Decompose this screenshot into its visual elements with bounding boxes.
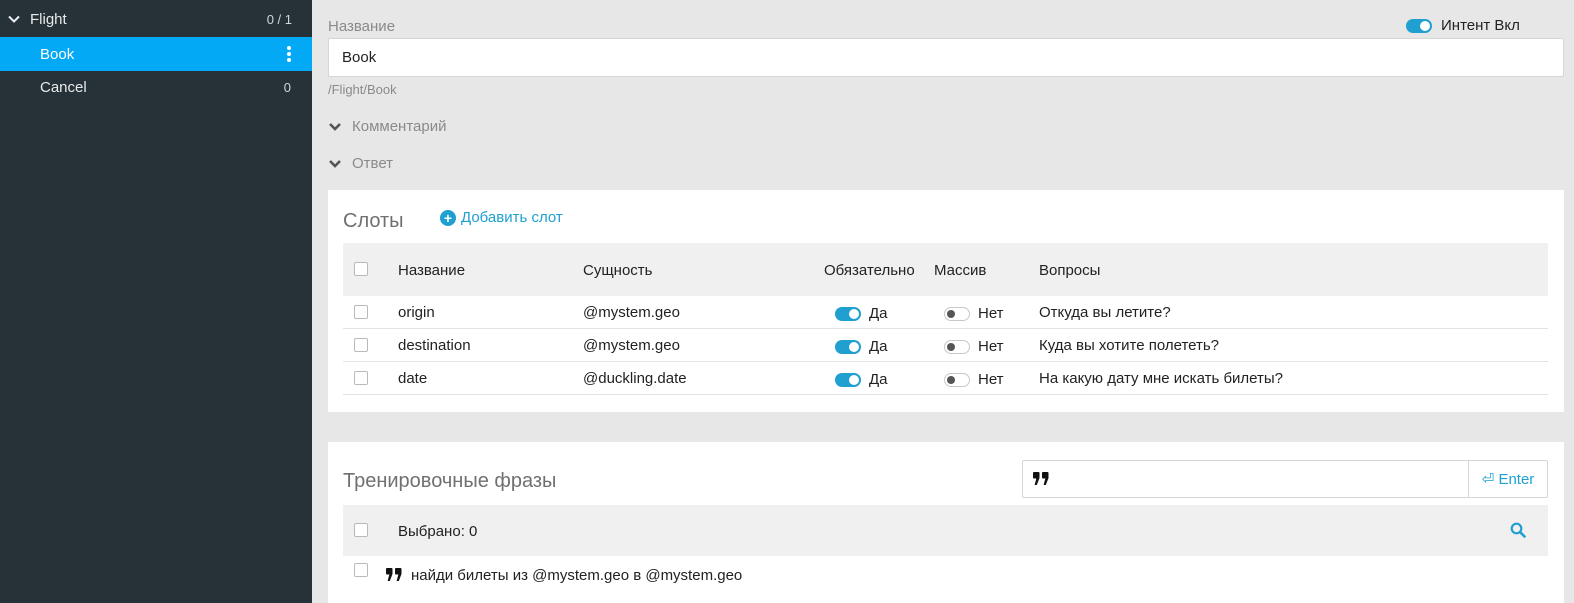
sidebar-group-label: Flight xyxy=(30,11,67,28)
answer-section-toggle[interactable]: Ответ xyxy=(328,155,393,172)
column-header-array: Массив xyxy=(934,262,987,279)
toggle-switch[interactable] xyxy=(1406,18,1432,33)
array-value: Нет xyxy=(978,338,1004,355)
required-toggle[interactable]: Да xyxy=(835,305,888,322)
slots-panel: Слоты + Добавить слот Название Сущность … xyxy=(328,190,1564,412)
row-checkbox[interactable] xyxy=(354,305,368,319)
chevron-down-icon xyxy=(329,159,341,168)
table-row[interactable]: origin @mystem.geo Да Нет Откуда вы лети… xyxy=(343,296,1548,329)
training-phrase-input[interactable] xyxy=(1022,460,1469,498)
slot-question: Откуда вы летите? xyxy=(1039,304,1171,321)
plus-circle-icon: + xyxy=(440,209,456,226)
main-content: Название Интент Вкл /Flight/Book Коммент… xyxy=(312,0,1574,603)
add-slot-label: Добавить слот xyxy=(461,209,563,226)
select-all-checkbox[interactable] xyxy=(354,262,368,276)
toggle-switch[interactable] xyxy=(835,339,861,354)
sidebar-group-count: 0 / 1 xyxy=(266,12,292,27)
row-checkbox[interactable] xyxy=(354,563,368,577)
sidebar: Flight 0 / 1 Book Cancel 0 xyxy=(0,0,312,603)
array-toggle[interactable]: Нет xyxy=(944,305,1004,322)
slot-question: На какую дату мне искать билеты? xyxy=(1039,370,1283,387)
selected-count: Выбрано: 0 xyxy=(398,523,478,540)
toggle-switch[interactable] xyxy=(944,306,970,321)
required-value: Да xyxy=(869,305,888,322)
array-value: Нет xyxy=(978,305,1004,322)
sidebar-item-cancel[interactable]: Cancel 0 xyxy=(0,70,312,104)
toggle-switch[interactable] xyxy=(835,306,861,321)
required-toggle[interactable]: Да xyxy=(835,371,888,388)
intent-path: /Flight/Book xyxy=(328,82,397,97)
toggle-switch[interactable] xyxy=(944,339,970,354)
slots-table-header: Название Сущность Обязательно Массив Воп… xyxy=(343,243,1548,296)
search-icon[interactable] xyxy=(1510,522,1526,538)
required-value: Да xyxy=(869,371,888,388)
array-toggle[interactable]: Нет xyxy=(944,338,1004,355)
required-value: Да xyxy=(869,338,888,355)
training-table-header: Выбрано: 0 xyxy=(343,505,1548,556)
column-header-required: Обязательно xyxy=(824,262,915,279)
quote-icon xyxy=(386,568,402,581)
slot-entity: @mystem.geo xyxy=(583,337,680,354)
toggle-switch[interactable] xyxy=(944,372,970,387)
array-toggle[interactable]: Нет xyxy=(944,371,1004,388)
list-item[interactable]: найди билеты из @mystem.geo в @mystem.ge… xyxy=(343,556,1548,596)
add-slot-button[interactable]: + Добавить слот xyxy=(440,209,563,226)
row-checkbox[interactable] xyxy=(354,338,368,352)
slot-name: origin xyxy=(398,304,435,321)
table-row[interactable]: date @duckling.date Да Нет На какую дату… xyxy=(343,362,1548,395)
comment-label: Комментарий xyxy=(352,118,447,135)
comment-section-toggle[interactable]: Комментарий xyxy=(328,118,446,135)
training-title: Тренировочные фразы xyxy=(343,470,557,492)
select-all-checkbox[interactable] xyxy=(354,523,368,537)
chevron-down-icon[interactable] xyxy=(8,13,20,25)
intent-enabled-toggle[interactable]: Интент Вкл xyxy=(1406,17,1520,34)
intent-name-input[interactable] xyxy=(328,38,1564,77)
training-phrases-panel: Тренировочные фразы ⏎ Enter Выбрано: 0 н… xyxy=(328,442,1564,603)
slot-question: Куда вы хотите полететь? xyxy=(1039,337,1220,354)
intent-name-label: Название xyxy=(328,18,396,35)
column-header-name: Название xyxy=(398,262,466,279)
table-row[interactable]: destination @mystem.geo Да Нет Куда вы х… xyxy=(343,329,1548,362)
slot-entity: @duckling.date xyxy=(583,370,687,387)
slots-title: Слоты xyxy=(343,210,404,232)
required-toggle[interactable]: Да xyxy=(835,338,888,355)
sidebar-item-count: 0 xyxy=(283,80,291,95)
training-phrase-text: найди билеты из @mystem.geo в @mystem.ge… xyxy=(411,567,743,584)
sidebar-group-flight[interactable]: Flight 0 / 1 xyxy=(0,2,312,36)
column-header-questions: Вопросы xyxy=(1039,262,1101,279)
row-checkbox[interactable] xyxy=(354,371,368,385)
sidebar-item-label: Cancel xyxy=(40,79,87,96)
column-header-entity: Сущность xyxy=(583,262,653,279)
kebab-menu-icon[interactable] xyxy=(286,45,292,63)
sidebar-item-label: Book xyxy=(40,46,75,63)
enter-button[interactable]: ⏎ Enter xyxy=(1468,460,1548,498)
slot-entity: @mystem.geo xyxy=(583,304,680,321)
slot-name: destination xyxy=(398,337,471,354)
toggle-switch[interactable] xyxy=(835,372,861,387)
array-value: Нет xyxy=(978,371,1004,388)
slot-name: date xyxy=(398,370,428,387)
sidebar-item-book[interactable]: Book xyxy=(0,37,312,71)
answer-label: Ответ xyxy=(352,155,394,172)
quote-icon xyxy=(1033,472,1049,485)
chevron-down-icon xyxy=(329,122,341,131)
intent-toggle-label: Интент Вкл xyxy=(1441,17,1520,34)
